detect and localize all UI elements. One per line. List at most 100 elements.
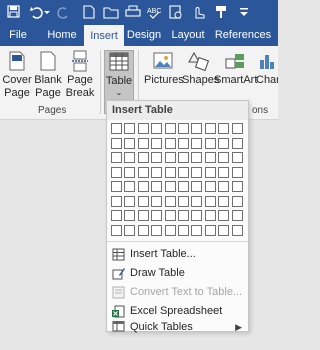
new-document-icon[interactable] (83, 5, 95, 19)
table-grid-cell[interactable] (205, 167, 216, 178)
table-grid-cell[interactable] (151, 196, 162, 207)
table-grid-cell[interactable] (191, 138, 202, 149)
table-grid-cell[interactable] (218, 138, 229, 149)
tab-layout[interactable]: Layout (168, 24, 208, 46)
table-grid-cell[interactable] (124, 152, 135, 163)
table-grid-cell[interactable] (138, 152, 149, 163)
table-grid-cell[interactable] (165, 152, 176, 163)
table-grid-cell[interactable] (232, 152, 243, 163)
table-grid-cell[interactable] (124, 210, 135, 221)
table-grid-cell[interactable] (232, 123, 243, 134)
table-grid-cell[interactable] (111, 225, 122, 236)
table-grid-cell[interactable] (205, 123, 216, 134)
table-grid-cell[interactable] (124, 138, 135, 149)
table-grid-cell[interactable] (178, 225, 189, 236)
table-grid-cell[interactable] (191, 123, 202, 134)
table-grid-cell[interactable] (151, 181, 162, 192)
table-grid-cell[interactable] (232, 225, 243, 236)
table-grid-cell[interactable] (205, 152, 216, 163)
table-grid-cell[interactable] (165, 210, 176, 221)
table-grid-cell[interactable] (111, 210, 122, 221)
table-grid-cell[interactable] (178, 196, 189, 207)
table-grid-cell[interactable] (191, 196, 202, 207)
table-grid-cell[interactable] (191, 152, 202, 163)
tab-home[interactable]: Home (44, 24, 80, 46)
table-grid-cell[interactable] (124, 196, 135, 207)
table-grid-cell[interactable] (165, 138, 176, 149)
draw-table-menu-item[interactable]: Draw Table (107, 264, 248, 283)
table-grid-cell[interactable] (191, 167, 202, 178)
table-grid-cell[interactable] (191, 210, 202, 221)
table-grid-cell[interactable] (218, 152, 229, 163)
insert-table-menu-item[interactable]: Insert Table... (107, 245, 248, 264)
customize-toolbar-icon[interactable] (240, 8, 248, 16)
table-grid-cell[interactable] (165, 196, 176, 207)
excel-spreadsheet-menu-item[interactable]: Excel Spreadsheet (107, 302, 248, 321)
table-grid-cell[interactable] (151, 123, 162, 134)
table-grid-cell[interactable] (218, 196, 229, 207)
table-grid-cell[interactable] (205, 181, 216, 192)
table-grid-cell[interactable] (218, 181, 229, 192)
table-grid-cell[interactable] (151, 167, 162, 178)
table-grid-cell[interactable] (218, 123, 229, 134)
table-grid-cell[interactable] (165, 167, 176, 178)
table-grid-cell[interactable] (138, 181, 149, 192)
quick-print-icon[interactable] (125, 5, 141, 17)
table-grid-cell[interactable] (138, 225, 149, 236)
table-grid-cell[interactable] (218, 210, 229, 221)
table-grid-cell[interactable] (232, 138, 243, 149)
undo-dropdown-icon[interactable] (44, 11, 50, 14)
tab-references[interactable]: References (212, 24, 274, 46)
table-grid-cell[interactable] (151, 138, 162, 149)
table-grid-cell[interactable] (191, 225, 202, 236)
table-grid-cell[interactable] (138, 123, 149, 134)
spelling-icon[interactable]: ABC (147, 8, 161, 19)
format-painter-icon[interactable] (216, 6, 226, 18)
table-grid-cell[interactable] (124, 123, 135, 134)
table-grid-cell[interactable] (124, 225, 135, 236)
table-grid-cell[interactable] (232, 196, 243, 207)
cover-page-button[interactable]: Cover Page (2, 50, 32, 114)
table-grid-cell[interactable] (111, 167, 122, 178)
table-grid-cell[interactable] (205, 138, 216, 149)
tab-insert[interactable]: Insert (84, 25, 124, 46)
open-folder-icon[interactable] (103, 7, 119, 19)
table-grid-cell[interactable] (111, 181, 122, 192)
table-grid-cell[interactable] (151, 152, 162, 163)
table-grid-cell[interactable] (111, 138, 122, 149)
table-grid-cell[interactable] (165, 123, 176, 134)
table-grid-cell[interactable] (205, 210, 216, 221)
table-grid-cell[interactable] (218, 167, 229, 178)
table-grid-cell[interactable] (178, 138, 189, 149)
table-grid-cell[interactable] (218, 225, 229, 236)
table-grid-cell[interactable] (138, 210, 149, 221)
table-grid-cell[interactable] (178, 123, 189, 134)
table-grid-cell[interactable] (191, 181, 202, 192)
table-grid-cell[interactable] (165, 181, 176, 192)
table-grid-cell[interactable] (151, 210, 162, 221)
table-grid-cell[interactable] (178, 181, 189, 192)
table-grid-cell[interactable] (205, 196, 216, 207)
quick-tables-menu-item[interactable]: Quick Tables ▶ (107, 321, 248, 333)
save-icon[interactable] (7, 5, 20, 18)
table-grid-cell[interactable] (138, 167, 149, 178)
touch-mode-icon[interactable] (195, 7, 205, 19)
table-grid-cell[interactable] (151, 225, 162, 236)
table-grid-cell[interactable] (111, 152, 122, 163)
table-grid-cell[interactable] (165, 225, 176, 236)
tab-file[interactable]: File (2, 24, 34, 46)
table-grid-cell[interactable] (124, 167, 135, 178)
print-preview-icon[interactable] (169, 5, 182, 19)
table-grid-cell[interactable] (232, 210, 243, 221)
convert-text-menu-item[interactable]: Convert Text to Table... (107, 283, 248, 302)
table-grid-cell[interactable] (138, 138, 149, 149)
table-grid-cell[interactable] (232, 181, 243, 192)
undo-icon[interactable] (30, 7, 43, 19)
table-grid-cell[interactable] (111, 196, 122, 207)
table-grid-cell[interactable] (232, 167, 243, 178)
table-grid-cell[interactable] (178, 210, 189, 221)
table-grid-cell[interactable] (178, 152, 189, 163)
tab-design[interactable]: Design (126, 24, 162, 46)
table-grid-cell[interactable] (205, 225, 216, 236)
table-grid-cell[interactable] (111, 123, 122, 134)
